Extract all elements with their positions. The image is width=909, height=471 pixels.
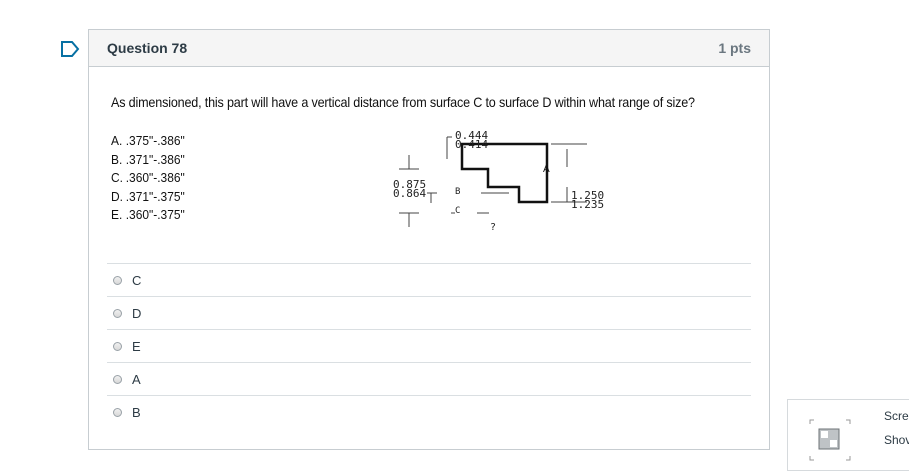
radio-button[interactable] [113,407,122,417]
flag-question-icon[interactable] [60,40,80,58]
dim-b-label: B [455,187,461,197]
answer-label: A [132,371,141,387]
answer-label: D [132,305,142,321]
choice-e: E. .360"-.375" [111,207,185,222]
answer-option[interactable]: E [107,329,751,362]
widget-subtitle[interactable]: Shov [884,433,909,447]
question-points: 1 pts [718,40,751,56]
question-title: Question 78 [107,40,188,56]
unknown-dim-label: ? [490,222,497,233]
right-dim-lower: 1.235 [571,198,605,211]
answer-label: C [132,272,142,288]
left-dim-lower: 0.864 [393,187,427,200]
answer-option[interactable]: B [107,395,751,428]
answer-option[interactable]: C [107,263,751,296]
radio-button[interactable] [113,374,122,384]
answer-list: C D E A B [107,263,751,428]
choice-list: A. .375"-.386" B. .371"-.386" C. .360"-.386… [111,132,185,225]
radio-button[interactable] [113,308,122,318]
choice-c: C. .360"-.386" [111,170,185,185]
top-dim-lower: 0.414 [455,138,489,151]
answer-option[interactable]: D [107,296,751,329]
screenshot-thumbnail-icon [809,419,851,461]
dim-c-label: C [455,206,461,216]
choice-b: B. .371"-.386" [111,151,185,167]
radio-button[interactable] [113,275,122,285]
screenshot-widget[interactable]: Scre Shov [787,399,909,471]
choice-d: D. .371"-.375" [111,188,185,204]
question-text: As dimensioned, this part will have a ve… [111,94,695,110]
question-card: Question 78 1 pts As dimensioned, this p… [88,29,770,450]
answer-option[interactable]: A [107,362,751,395]
question-header: Question 78 1 pts [89,30,769,67]
diagram-labels: 0.444 0.414 0.875 0.864 B C 1.250 1.235 … [389,127,619,237]
widget-title: Scre [884,409,909,423]
radio-button[interactable] [113,341,122,351]
choice-a: A. .375"-.386" [111,133,185,148]
answer-label: B [132,404,141,420]
answer-label: E [132,338,141,354]
